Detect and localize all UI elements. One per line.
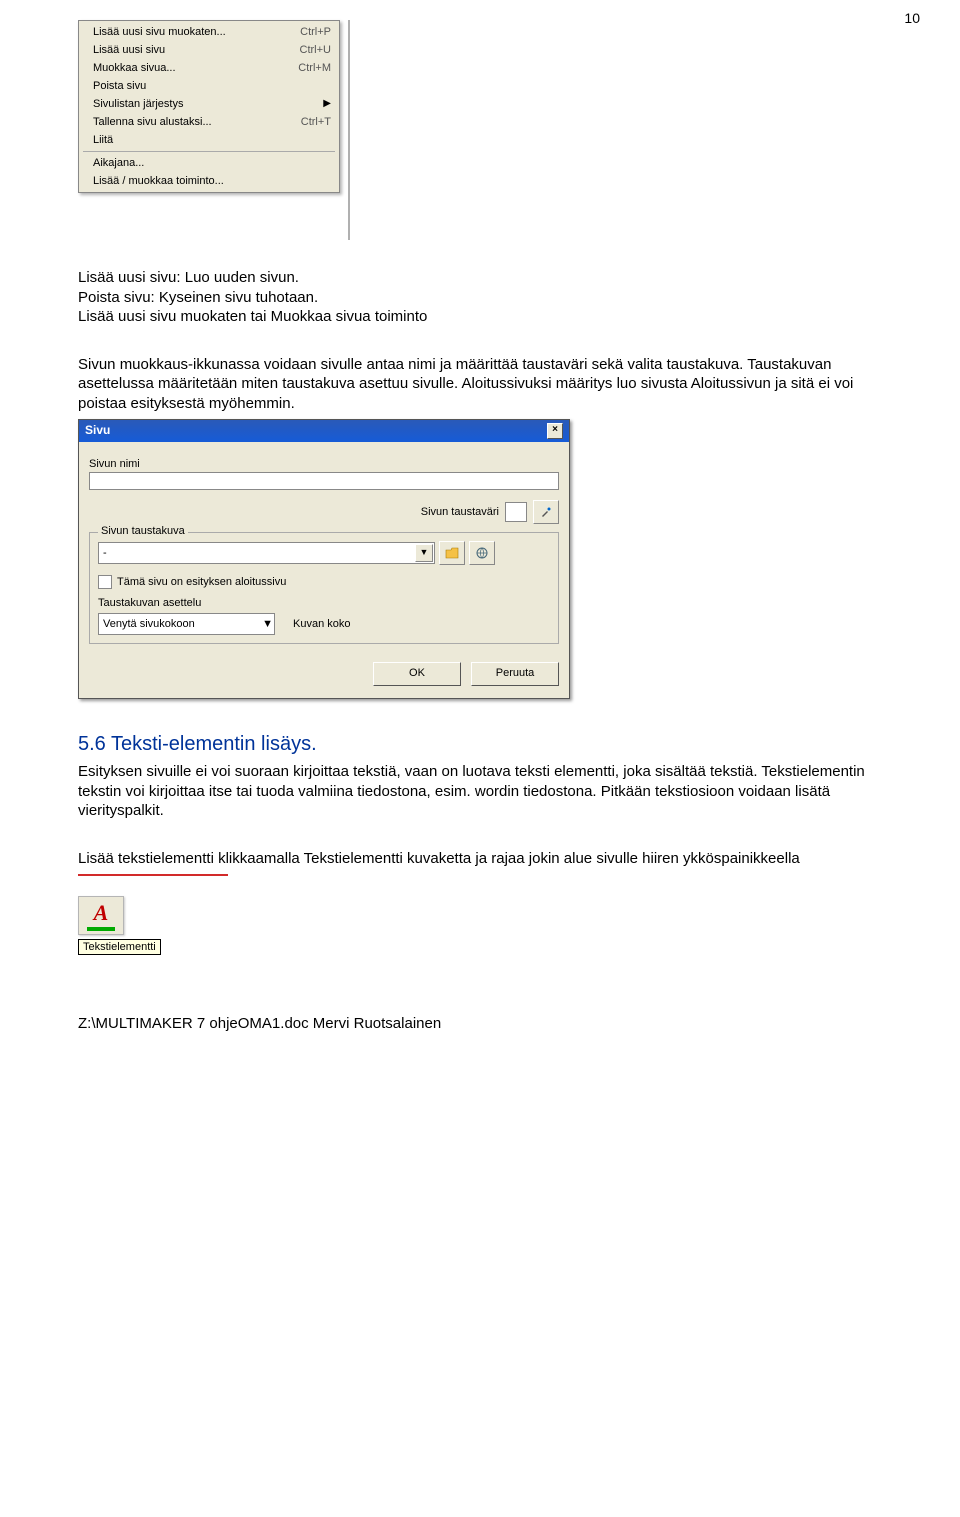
menu-label: Poista sivu — [93, 80, 146, 92]
menu-item-timeline[interactable]: Aikajana... — [79, 154, 339, 172]
bgcolor-swatch[interactable] — [505, 502, 527, 522]
intro-line-3: Lisää uusi sivu muokaten tai Muokkaa siv… — [78, 307, 898, 327]
menu-item-page-order[interactable]: Sivulistan järjestys ▶ — [79, 95, 339, 113]
description-paragraph: Sivun muokkaus-ikkunassa voidaan sivulle… — [78, 355, 898, 414]
cancel-button[interactable]: Peruuta — [471, 662, 559, 686]
menu-shortcut: Ctrl+U — [300, 44, 331, 56]
context-menu: Lisää uusi sivu muokaten... Ctrl+P Lisää… — [78, 20, 340, 193]
menu-label: Sivulistan järjestys — [93, 98, 183, 110]
menu-label: Aikajana... — [93, 157, 144, 169]
browse-folder-icon[interactable] — [439, 541, 465, 565]
section-body-2: Lisää tekstielementti klikkaamalla Tekst… — [78, 849, 898, 869]
menu-item-add-action[interactable]: Lisää / muokkaa toiminto... — [79, 172, 339, 190]
menu-label: Tallenna sivu alustaksi... — [93, 116, 212, 128]
error-underline — [78, 874, 228, 876]
menu-item-paste[interactable]: Liitä — [79, 131, 339, 149]
page-name-input[interactable] — [89, 472, 559, 490]
bgimage-group-title: Sivun taustakuva — [98, 525, 188, 537]
menu-label: Liitä — [93, 134, 113, 146]
eyedropper-icon[interactable] — [533, 500, 559, 524]
menu-item-save-template[interactable]: Tallenna sivu alustaksi... Ctrl+T — [79, 113, 339, 131]
menu-label: Lisää uusi sivu muokaten... — [93, 26, 226, 38]
bgcolor-label: Sivun taustaväri — [421, 506, 499, 518]
menu-shortcut: Ctrl+P — [300, 26, 331, 38]
chevron-down-icon: ▼ — [415, 544, 433, 562]
ok-button[interactable]: OK — [373, 662, 461, 686]
menu-shortcut: Ctrl+M — [298, 62, 331, 74]
globe-icon[interactable] — [469, 541, 495, 565]
menu-shortcut: Ctrl+T — [301, 116, 331, 128]
menu-label: Muokkaa sivua... — [93, 62, 176, 74]
menu-label: Lisää / muokkaa toiminto... — [93, 175, 224, 187]
page-name-label: Sivun nimi — [89, 458, 559, 470]
intro-line-1: Lisää uusi sivu: Luo uuden sivun. — [78, 268, 898, 288]
page-number: 10 — [904, 10, 920, 26]
footer-path: Z:\MULTIMAKER 7 ohjeOMA1.doc Mervi Ruots… — [78, 1015, 900, 1032]
layout-combo[interactable]: Venytä sivukokoon ▼ — [98, 613, 275, 635]
text-element-toolbar-button[interactable]: A — [78, 896, 124, 935]
text-icon: A — [79, 900, 123, 926]
bgimage-combo-value: - — [103, 547, 107, 559]
close-icon[interactable]: × — [547, 423, 563, 439]
submenu-arrow-icon: ▶ — [303, 98, 331, 110]
text-element-tooltip: Tekstielementti — [78, 939, 161, 955]
layout-label: Taustakuvan asettelu — [98, 597, 550, 609]
image-size-label: Kuvan koko — [293, 618, 350, 630]
menu-item-add-page-edit[interactable]: Lisää uusi sivu muokaten... Ctrl+P — [79, 23, 339, 41]
menu-label: Lisää uusi sivu — [93, 44, 165, 56]
page-dialog: Sivu × Sivun nimi Sivun taustaväri Sivun… — [78, 419, 570, 699]
underline-bar — [87, 927, 115, 931]
startpage-checkbox[interactable] — [98, 575, 112, 589]
dialog-title-text: Sivu — [85, 423, 110, 439]
menu-item-add-page[interactable]: Lisää uusi sivu Ctrl+U — [79, 41, 339, 59]
layout-combo-value: Venytä sivukokoon — [103, 618, 195, 630]
intro-line-2: Poista sivu: Kyseinen sivu tuhotaan. — [78, 288, 898, 308]
section-heading: 5.6 Teksti-elementin lisäys. — [78, 733, 900, 756]
menu-item-edit-page[interactable]: Muokkaa sivua... Ctrl+M — [79, 59, 339, 77]
startpage-checkbox-label: Tämä sivu on esityksen aloitussivu — [117, 576, 286, 588]
section-body-1: Esityksen sivuille ei voi suoraan kirjoi… — [78, 762, 898, 821]
divider — [348, 20, 350, 240]
menu-separator — [83, 151, 335, 152]
bgimage-combo[interactable]: - ▼ — [98, 542, 435, 564]
menu-item-delete-page[interactable]: Poista sivu — [79, 77, 339, 95]
chevron-down-icon: ▼ — [262, 618, 273, 630]
